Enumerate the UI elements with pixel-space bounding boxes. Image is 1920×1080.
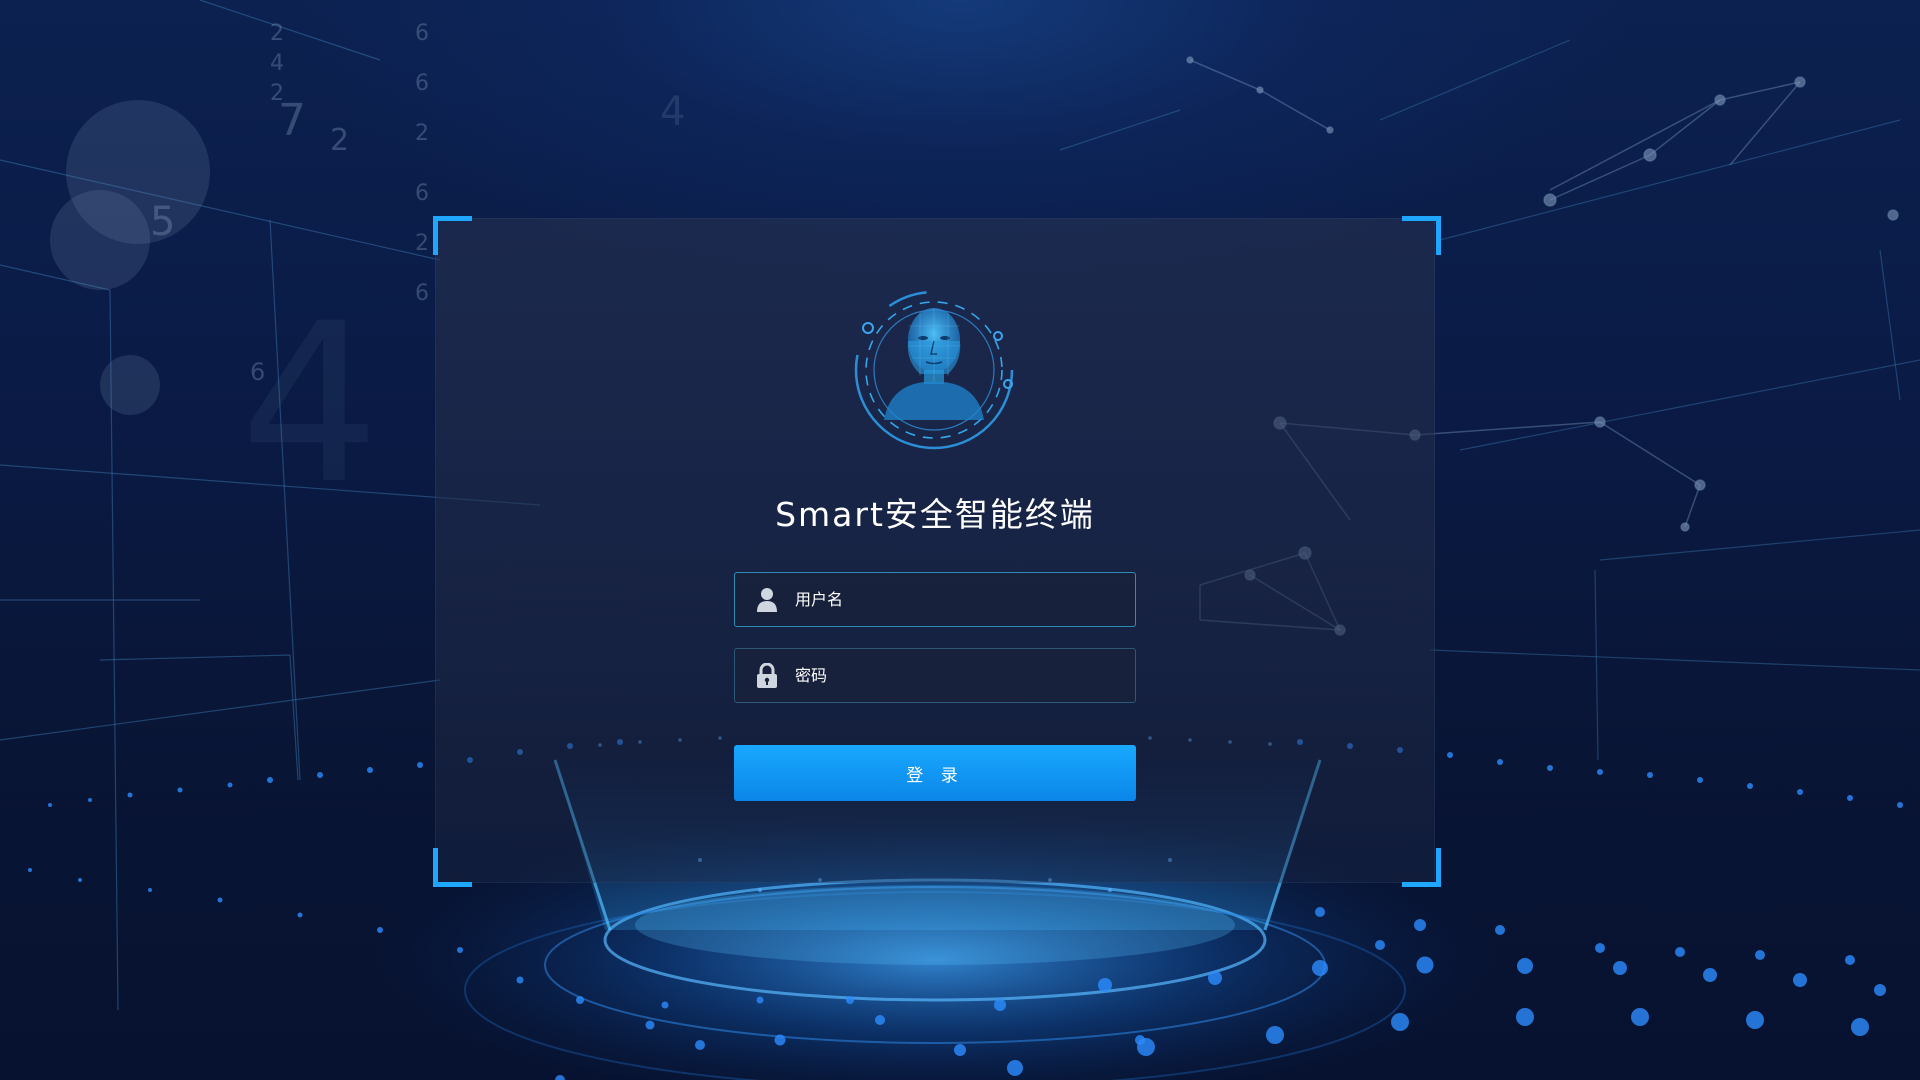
svg-text:2: 2 bbox=[415, 231, 429, 256]
username-field[interactable] bbox=[734, 572, 1136, 627]
panel-corner-top-right bbox=[1402, 216, 1441, 255]
svg-text:5: 5 bbox=[150, 199, 175, 245]
svg-text:6: 6 bbox=[415, 181, 429, 206]
app-title: Smart安全智能终端 bbox=[775, 495, 1095, 534]
password-field[interactable] bbox=[734, 648, 1136, 703]
password-input[interactable] bbox=[795, 649, 1125, 701]
panel-corner-bottom-right bbox=[1402, 848, 1441, 887]
user-icon bbox=[757, 588, 777, 612]
svg-text:2: 2 bbox=[270, 21, 284, 46]
face-scan-icon bbox=[854, 290, 1014, 450]
svg-text:2: 2 bbox=[415, 121, 429, 146]
lock-icon bbox=[757, 663, 777, 688]
svg-text:7: 7 bbox=[278, 95, 306, 146]
login-screen: 2 4 2 7 2 5 6 6 6 2 6 2 6 4 4 Smart安全智能终… bbox=[0, 0, 1920, 1080]
svg-text:4: 4 bbox=[240, 276, 380, 532]
svg-text:6: 6 bbox=[415, 281, 429, 306]
svg-text:4: 4 bbox=[660, 89, 685, 135]
login-button[interactable]: 登 录 bbox=[734, 745, 1136, 801]
panel-corner-bottom-left bbox=[433, 848, 472, 887]
username-input[interactable] bbox=[795, 573, 1125, 625]
svg-text:4: 4 bbox=[270, 51, 284, 76]
svg-text:6: 6 bbox=[415, 21, 429, 46]
svg-text:2: 2 bbox=[330, 123, 349, 158]
svg-text:6: 6 bbox=[415, 71, 429, 96]
panel-corner-top-left bbox=[433, 216, 472, 255]
